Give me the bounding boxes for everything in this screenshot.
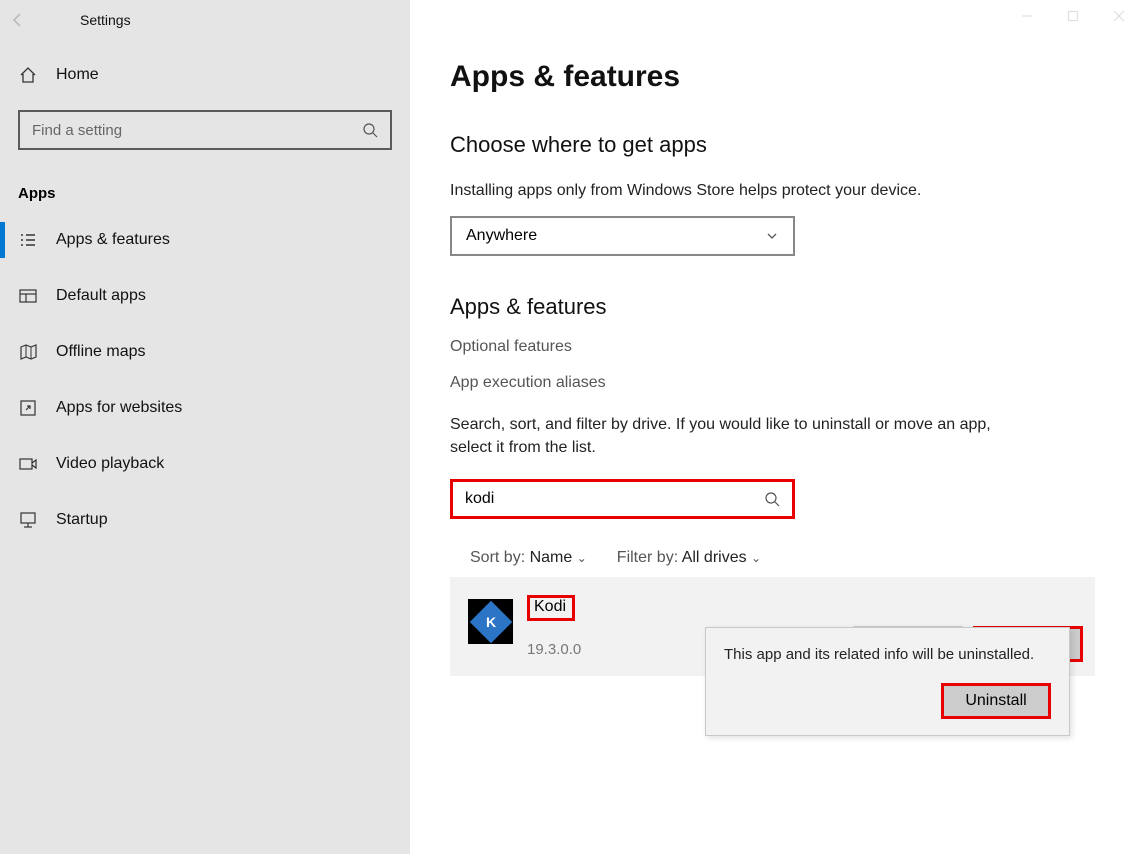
window-title: Settings	[80, 12, 131, 28]
sort-label: Sort by:	[470, 549, 525, 566]
app-search-field[interactable]	[465, 490, 764, 508]
sort-filter-row: Sort by: Name ⌄ Filter by: All drives ⌄	[450, 549, 1142, 567]
chevron-down-icon: ⌄	[577, 551, 587, 565]
sort-value: Name	[530, 549, 573, 566]
nav-label: Offline maps	[56, 343, 146, 361]
app-source-dropdown[interactable]: Anywhere	[450, 216, 795, 256]
main-panel: Apps & features Choose where to get apps…	[410, 0, 1142, 854]
minimize-button[interactable]	[1004, 0, 1050, 32]
app-info: Kodi 19.3.0.0	[527, 595, 581, 658]
filter-by-dropdown[interactable]: Filter by: All drives ⌄	[617, 549, 761, 567]
app-name: Kodi	[527, 595, 575, 621]
titlebar: Settings	[0, 0, 410, 40]
filter-value: All drives	[682, 549, 747, 566]
nav-video-playback[interactable]: Video playback	[0, 436, 410, 492]
maximize-button[interactable]	[1050, 0, 1096, 32]
nav-apps-websites[interactable]: Apps for websites	[0, 380, 410, 436]
chevron-down-icon: ⌄	[751, 551, 761, 565]
chevron-down-icon	[765, 229, 779, 243]
nav-offline-maps[interactable]: Offline maps	[0, 324, 410, 380]
sidebar: Settings Home Apps Apps & features Def	[0, 0, 410, 854]
map-icon	[18, 342, 38, 362]
nav-label: Default apps	[56, 287, 146, 305]
home-icon	[18, 65, 38, 85]
search-icon	[362, 122, 378, 138]
nav-label: Startup	[56, 511, 108, 529]
video-icon	[18, 454, 38, 474]
settings-search-input[interactable]	[18, 110, 392, 150]
window-controls	[1004, 0, 1142, 32]
nav-startup[interactable]: Startup	[0, 492, 410, 548]
filter-help: Search, sort, and filter by drive. If yo…	[450, 414, 1030, 459]
nav-apps-features[interactable]: Apps & features	[0, 212, 410, 268]
section-heading: Apps	[0, 170, 410, 212]
search-icon	[764, 491, 780, 507]
nav-label: Apps for websites	[56, 399, 182, 417]
app-search-input[interactable]	[450, 479, 795, 519]
popup-uninstall-button[interactable]: Uninstall	[941, 683, 1051, 719]
popup-text: This app and its related info will be un…	[724, 644, 1051, 665]
nav-label: Apps & features	[56, 231, 170, 249]
kodi-app-icon: K	[468, 599, 513, 644]
optional-features-link[interactable]: Optional features	[450, 338, 1142, 356]
default-apps-icon	[18, 286, 38, 306]
home-label: Home	[56, 66, 99, 84]
nav-label: Video playback	[56, 455, 164, 473]
choose-subtext: Installing apps only from Windows Store …	[450, 180, 1030, 202]
sort-by-dropdown[interactable]: Sort by: Name ⌄	[470, 549, 587, 567]
settings-search-field[interactable]	[32, 122, 362, 139]
filter-label: Filter by:	[617, 549, 678, 566]
list-icon	[18, 230, 38, 250]
nav-default-apps[interactable]: Default apps	[0, 268, 410, 324]
home-button[interactable]: Home	[0, 40, 410, 100]
dropdown-value: Anywhere	[466, 227, 537, 245]
app-aliases-link[interactable]: App execution aliases	[450, 374, 1142, 392]
page-title: Apps & features	[450, 60, 1142, 94]
close-button[interactable]	[1096, 0, 1142, 32]
choose-heading: Choose where to get apps	[450, 132, 1142, 158]
open-external-icon	[18, 398, 38, 418]
uninstall-confirm-popup: This app and its related info will be un…	[705, 627, 1070, 736]
app-version: 19.3.0.0	[527, 641, 581, 658]
startup-icon	[18, 510, 38, 530]
back-arrow-icon[interactable]	[10, 12, 30, 28]
list-heading: Apps & features	[450, 294, 1142, 320]
